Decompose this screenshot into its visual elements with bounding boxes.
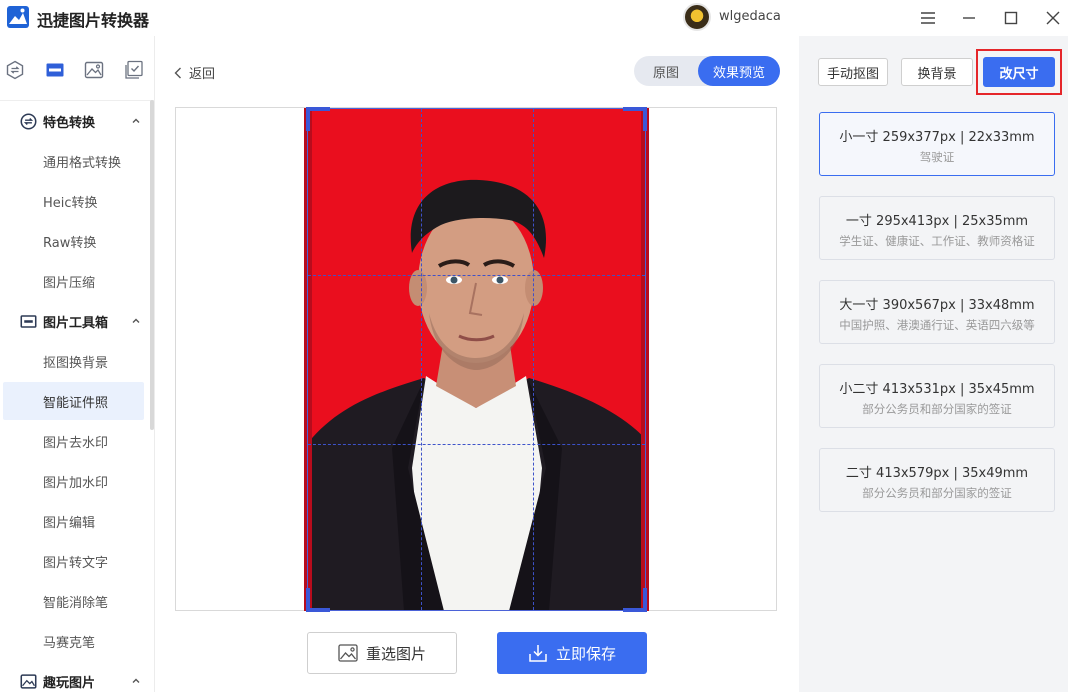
image-icon xyxy=(20,673,37,689)
username[interactable]: wlgedaca xyxy=(719,9,781,24)
close-button[interactable] xyxy=(1041,6,1065,30)
section-label: 趣玩图片 xyxy=(43,675,96,691)
grid-line xyxy=(308,275,645,276)
right-panel: 手动抠图 换背景 改尺寸 小一寸 259x377px | 22x33mm 驾驶证… xyxy=(799,36,1068,692)
size-option-1inch[interactable]: 一寸 295x413px | 25x35mm 学生证、健康证、工作证、教师资格证 xyxy=(819,196,1055,260)
app-logo-icon xyxy=(7,6,29,28)
minimize-icon xyxy=(963,17,975,19)
sidebar: 特色转换 通用格式转换 Heic转换 Raw转换 图片压缩 图片工具箱 抠图换背… xyxy=(0,36,155,692)
crop-handle-top-left[interactable] xyxy=(306,107,332,133)
section-feature-convert[interactable]: 特色转换 xyxy=(0,101,150,141)
size-title: 一寸 295x413px | 25x35mm xyxy=(845,214,1029,229)
size-usage: 学生证、健康证、工作证、教师资格证 xyxy=(839,234,1035,248)
sidebar-item-remove-watermark[interactable]: 图片去水印 xyxy=(3,422,144,460)
back-button[interactable]: 返回 xyxy=(174,63,215,82)
reselect-image-button[interactable]: 重选图片 xyxy=(307,632,457,674)
title-bar: 迅捷图片转换器 wlgedaca xyxy=(0,0,1068,36)
main-area: 返回 原图 效果预览 重选图片 立即保存 xyxy=(156,36,799,692)
sidebar-item-general-format[interactable]: 通用格式转换 xyxy=(3,142,144,180)
section-label: 特色转换 xyxy=(43,115,96,131)
sidebar-item-smart-eraser[interactable]: 智能消除笔 xyxy=(3,582,144,620)
sidebar-item-image-to-text[interactable]: 图片转文字 xyxy=(3,542,144,580)
size-usage: 部分公务员和部分国家的签证 xyxy=(862,486,1012,500)
checkbox-icon[interactable] xyxy=(124,60,144,80)
view-toggle: 原图 效果预览 xyxy=(634,56,780,86)
chevron-up-icon xyxy=(132,118,140,123)
section-image-toolbox[interactable]: 图片工具箱 xyxy=(0,301,150,341)
change-background-button[interactable]: 换背景 xyxy=(901,58,973,86)
back-label: 返回 xyxy=(189,67,216,82)
save-label: 立即保存 xyxy=(555,644,616,663)
sidebar-item-id-photo[interactable]: 智能证件照 xyxy=(3,382,144,420)
manual-cutout-button[interactable]: 手动抠图 xyxy=(818,58,888,86)
size-title: 大一寸 390x567px | 33x48mm xyxy=(839,298,1035,313)
avatar[interactable] xyxy=(683,3,711,31)
hamburger-icon xyxy=(921,12,935,24)
close-icon xyxy=(1046,11,1060,25)
toolbox-icon[interactable] xyxy=(45,60,65,80)
maximize-button[interactable] xyxy=(999,6,1023,30)
crop-box[interactable] xyxy=(306,107,647,612)
crop-handle-top-right[interactable] xyxy=(621,107,647,133)
crop-handle-bottom-left[interactable] xyxy=(306,586,332,612)
minimize-button[interactable] xyxy=(957,6,981,30)
size-option-large-1inch[interactable]: 大一寸 390x567px | 33x48mm 中国护照、港澳通行证、英语四六级… xyxy=(819,280,1055,344)
sidebar-top-icons xyxy=(0,46,155,94)
size-option-2inch[interactable]: 二寸 413x579px | 35x49mm 部分公务员和部分国家的签证 xyxy=(819,448,1055,512)
app-window: 迅捷图片转换器 wlgedaca 特色转换 通用格式转换 Heic转换 Raw转… xyxy=(0,0,1068,692)
sidebar-item-raw[interactable]: Raw转换 xyxy=(3,222,144,260)
convert-icon[interactable] xyxy=(5,60,25,80)
sidebar-item-add-watermark[interactable]: 图片加水印 xyxy=(3,462,144,500)
chevron-up-icon xyxy=(132,318,140,323)
sidebar-item-cutout-bg[interactable]: 抠图换背景 xyxy=(3,342,144,380)
size-option-small-2inch[interactable]: 小二寸 413x531px | 35x45mm 部分公务员和部分国家的签证 xyxy=(819,364,1055,428)
highlight-box xyxy=(976,49,1062,95)
save-now-button[interactable]: 立即保存 xyxy=(497,632,647,674)
size-option-small-1inch[interactable]: 小一寸 259x377px | 22x33mm 驾驶证 xyxy=(819,112,1055,176)
image-icon xyxy=(338,644,358,662)
sidebar-item-mosaic[interactable]: 马赛克笔 xyxy=(3,622,144,660)
maximize-icon xyxy=(1004,11,1018,25)
size-usage: 中国护照、港澳通行证、英语四六级等 xyxy=(839,318,1035,332)
menu-button[interactable] xyxy=(916,6,940,30)
size-usage: 部分公务员和部分国家的签证 xyxy=(862,402,1012,416)
chevron-left-icon xyxy=(174,67,181,78)
section-fun-images[interactable]: 趣玩图片 xyxy=(0,661,150,692)
image-icon[interactable] xyxy=(84,60,104,80)
toggle-original[interactable]: 原图 xyxy=(634,56,698,86)
grid-line xyxy=(533,109,534,610)
size-title: 二寸 413x579px | 35x49mm xyxy=(845,466,1029,481)
app-title: 迅捷图片转换器 xyxy=(37,11,150,30)
crop-handle-bottom-right[interactable] xyxy=(621,586,647,612)
size-title: 小二寸 413x531px | 35x45mm xyxy=(839,382,1035,397)
sidebar-item-image-edit[interactable]: 图片编辑 xyxy=(3,502,144,540)
grid-line xyxy=(421,109,422,610)
size-title: 小一寸 259x377px | 22x33mm xyxy=(839,130,1035,145)
chevron-up-icon xyxy=(132,678,140,683)
sidebar-item-compress[interactable]: 图片压缩 xyxy=(3,262,144,300)
toggle-preview[interactable]: 效果预览 xyxy=(698,56,780,86)
section-label: 图片工具箱 xyxy=(43,315,109,331)
preview-frame xyxy=(175,107,777,612)
reselect-label: 重选图片 xyxy=(365,644,426,663)
sidebar-item-heic[interactable]: Heic转换 xyxy=(3,182,144,220)
download-icon xyxy=(529,645,547,662)
toolbox-icon xyxy=(20,314,37,328)
grid-line xyxy=(308,444,645,445)
convert-icon xyxy=(20,113,37,129)
sidebar-scrollbar[interactable] xyxy=(150,100,154,430)
size-usage: 驾驶证 xyxy=(919,150,955,164)
